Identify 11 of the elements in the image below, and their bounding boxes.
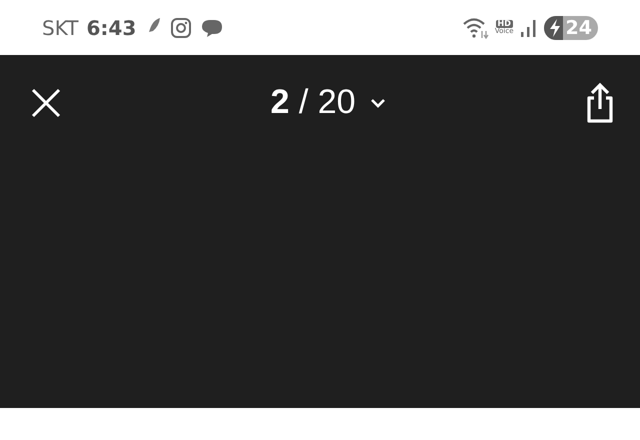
battery-level: 24 bbox=[564, 16, 593, 38]
chat-bubble-icon bbox=[200, 18, 224, 38]
carrier-name: SKT bbox=[42, 16, 78, 40]
close-icon bbox=[30, 86, 62, 118]
hd-badge: HD bbox=[496, 20, 513, 28]
signal-icon bbox=[520, 18, 538, 38]
wifi-icon bbox=[462, 16, 489, 38]
chevron-down-icon bbox=[370, 96, 386, 108]
camera-icon bbox=[170, 16, 192, 38]
clock-time: 6:43 bbox=[86, 16, 136, 40]
page-counter: 2 / 20 bbox=[270, 83, 356, 122]
